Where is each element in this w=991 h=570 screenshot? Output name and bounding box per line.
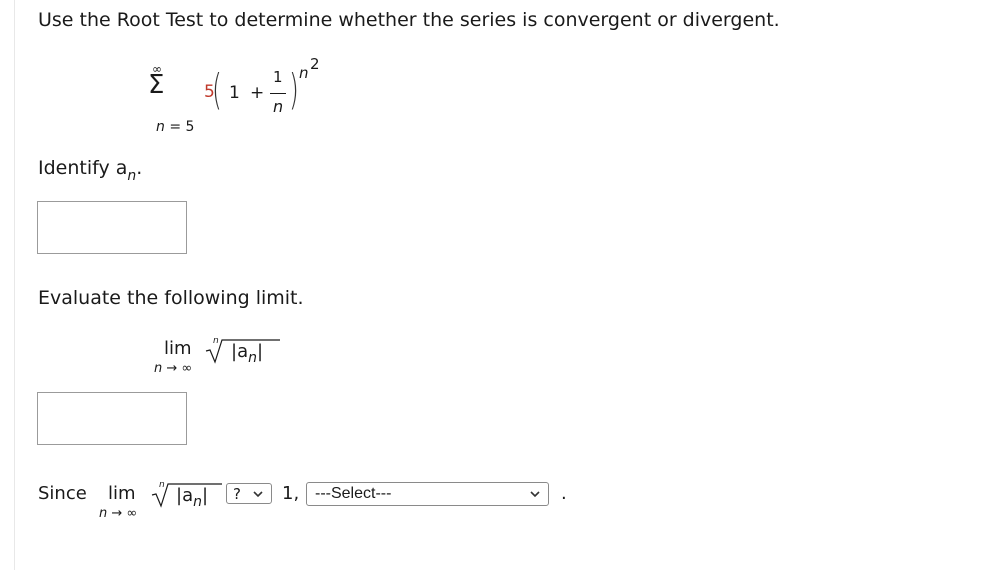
fraction-bar — [270, 93, 286, 94]
since-lim-subscript: n → ∞ — [99, 506, 138, 521]
series-one: 1 — [229, 83, 240, 103]
chevron-down-icon — [253, 491, 263, 498]
fraction-denominator: n — [273, 97, 284, 116]
exponent-base: n — [299, 64, 309, 82]
conclusion-select[interactable]: ---Select--- — [306, 482, 549, 506]
exponent-power: 2 — [310, 55, 320, 73]
comparison-one: 1, — [282, 483, 300, 504]
sigma-symbol: Σ — [148, 70, 165, 100]
chevron-down-icon — [530, 491, 540, 498]
since-label: Since — [38, 483, 87, 504]
limit-answer-input[interactable] — [37, 392, 187, 445]
since-abs-subscript: n — [193, 494, 202, 510]
abs-open: |a — [231, 341, 249, 362]
sum-lower-limit: n = 5 — [156, 119, 195, 135]
since-lim-label: lim — [108, 483, 136, 504]
since-abs-close: | — [201, 485, 209, 506]
closing-period: . — [561, 483, 567, 504]
identify-prompt: Identify an. — [38, 157, 143, 184]
an-answer-input[interactable] — [37, 201, 187, 254]
since-abs-value-expression: |an| — [176, 485, 209, 511]
identify-label: Identify a — [38, 157, 128, 179]
left-border — [14, 0, 15, 570]
right-paren: ) — [289, 65, 299, 114]
abs-subscript: n — [248, 350, 257, 366]
series-plus: + — [250, 83, 265, 103]
identify-subscript: n — [127, 168, 137, 184]
fraction-numerator: 1 — [273, 68, 283, 86]
since-abs-open: |a — [176, 485, 194, 506]
lim-label: lim — [164, 338, 192, 359]
lim-subscript: n → ∞ — [154, 361, 193, 376]
evaluate-prompt: Evaluate the following limit. — [38, 287, 304, 309]
abs-close: | — [256, 341, 264, 362]
conclusion-select-value: ---Select--- — [315, 485, 392, 502]
comparison-select[interactable]: ? — [226, 483, 272, 504]
left-paren: ( — [212, 65, 222, 114]
question-text: Use the Root Test to determine whether t… — [38, 9, 780, 31]
abs-value-expression: |an| — [231, 341, 264, 367]
comparison-select-value: ? — [233, 485, 241, 503]
identify-period: . — [136, 157, 143, 179]
